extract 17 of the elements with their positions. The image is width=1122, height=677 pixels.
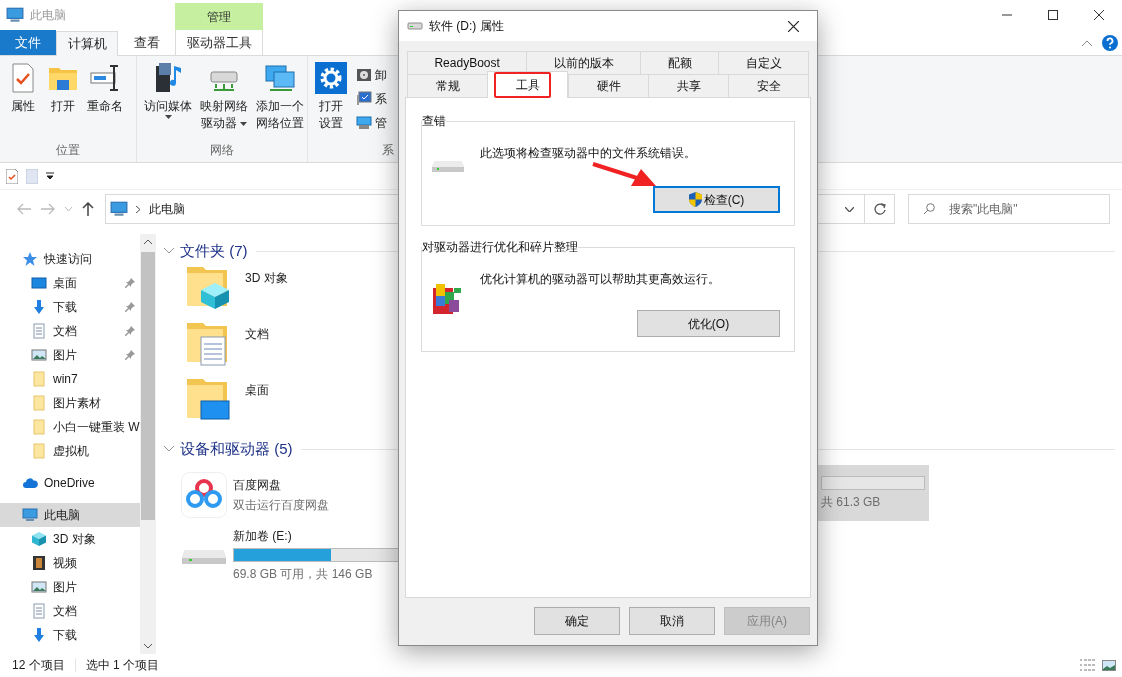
status-text: 选中 1 个项目: [85, 657, 160, 674]
group-description: 此选项将检查驱动器中的文件系统错误。: [480, 145, 697, 162]
window-title: 此电脑: [30, 7, 66, 24]
ribbon-group-label: 位置: [55, 142, 81, 159]
drive-capacity: 69.8 GB 可用，共 146 GB: [233, 566, 374, 583]
group-description: 优化计算机的驱动器可以帮助其更高效运行。: [480, 271, 721, 288]
drive-name: 新加卷 (E:): [233, 528, 293, 545]
app-name: 百度网盘: [233, 477, 282, 494]
ribbon-group-label: 系: [381, 142, 395, 159]
group-title: 查错: [422, 113, 446, 130]
drive-capacity: 共 61.3 GB: [821, 493, 882, 511]
app-description: 双击运行百度网盘: [233, 497, 329, 514]
status-text: 12 个项目: [12, 657, 65, 674]
group-title: 对驱动器进行优化和碎片整理: [422, 239, 578, 256]
contextual-tab-header: 管理: [175, 3, 263, 30]
ribbon-group-label: 网络: [209, 142, 235, 159]
dialog-title: 软件 (D:) 属性: [429, 18, 504, 35]
